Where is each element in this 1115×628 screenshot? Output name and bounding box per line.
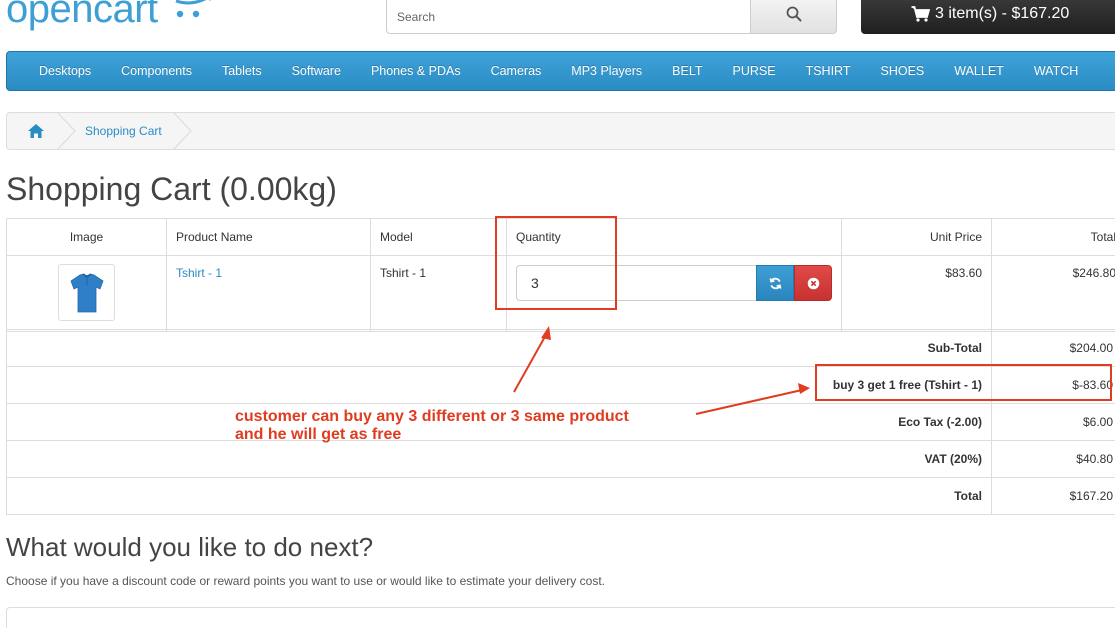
options-panel xyxy=(6,607,1115,628)
menu-item-mp3-players[interactable]: MP3 Players xyxy=(556,64,657,78)
total-label: Total xyxy=(6,477,992,515)
totals-row: Total $167.20 xyxy=(6,477,1115,515)
menu-item-software[interactable]: Software xyxy=(277,64,356,78)
search-input[interactable] xyxy=(386,0,750,34)
cart-dropdown-button[interactable]: 3 item(s) - $167.20 xyxy=(861,0,1115,34)
cart-summary: 3 item(s) - $167.20 xyxy=(935,4,1070,22)
col-total: Total xyxy=(991,218,1115,256)
main-menu: Desktops Components Tablets Software Pho… xyxy=(6,51,1115,91)
annotation-text: customer can buy any 3 different or 3 sa… xyxy=(235,408,629,444)
total-value: $167.20 xyxy=(991,477,1115,515)
subtotal-label: Sub-Total xyxy=(6,329,992,367)
breadcrumb-shopping-cart[interactable]: Shopping Cart xyxy=(85,124,162,138)
annotation-line-1: customer can buy any 3 different or 3 sa… xyxy=(235,408,629,425)
eco-tax-value: $6.00 xyxy=(991,403,1115,441)
cart-item-image-cell xyxy=(6,255,167,332)
opencart-logo[interactable]: opencart xyxy=(6,0,221,33)
totals-row: Sub-Total $204.00 xyxy=(6,329,1115,367)
totals-row: VAT (20%) $40.80 xyxy=(6,440,1115,478)
breadcrumb-separator xyxy=(57,112,76,150)
col-product-name: Product Name xyxy=(166,218,371,256)
menu-item-cameras[interactable]: Cameras xyxy=(476,64,557,78)
menu-item-tablets[interactable]: Tablets xyxy=(207,64,277,78)
menu-item-components[interactable]: Components xyxy=(106,64,207,78)
page-title: Shopping Cart (0.00kg) xyxy=(6,171,337,207)
vat-label: VAT (20%) xyxy=(6,440,992,478)
update-button[interactable] xyxy=(756,265,794,301)
menu-item-belt[interactable]: BELT xyxy=(657,64,717,78)
vat-value: $40.80 xyxy=(991,440,1115,478)
next-section-title: What would you like to do next? xyxy=(6,532,374,562)
col-unit-price: Unit Price xyxy=(841,218,992,256)
product-thumbnail[interactable] xyxy=(58,264,115,321)
annotation-box-discount xyxy=(815,364,1112,401)
menu-item-shoes[interactable]: SHOES xyxy=(866,64,940,78)
cart-item-name-cell: Tshirt - 1 xyxy=(166,255,371,332)
logo-cart-icon xyxy=(175,0,211,18)
menu-item-wallet[interactable]: WALLET xyxy=(939,64,1019,78)
breadcrumb-separator xyxy=(173,112,192,150)
refresh-icon xyxy=(769,277,781,289)
subtotal-value: $204.00 xyxy=(991,329,1115,367)
col-image: Image xyxy=(6,218,167,256)
breadcrumb: Shopping Cart xyxy=(6,112,1115,150)
remove-circle-icon xyxy=(807,277,819,289)
menu-item-watch[interactable]: WATCH xyxy=(1019,64,1093,78)
search-icon xyxy=(786,6,801,21)
next-section-description: Choose if you have a discount code or re… xyxy=(6,574,605,588)
shopping-cart-icon xyxy=(911,5,930,22)
cart-item-model: Tshirt - 1 xyxy=(370,255,507,332)
search-bar xyxy=(386,0,837,34)
annotation-line-2: and he will get as free xyxy=(235,426,402,443)
home-icon[interactable] xyxy=(27,123,45,139)
annotation-box-quantity xyxy=(495,216,617,310)
menu-item-desktops[interactable]: Desktops xyxy=(24,64,106,78)
search-button[interactable] xyxy=(750,0,837,34)
menu-item-phones-pdas[interactable]: Phones & PDAs xyxy=(356,64,476,78)
tshirt-icon xyxy=(70,273,103,312)
product-name-link[interactable]: Tshirt - 1 xyxy=(176,266,222,280)
cart-item-unit-price: $83.60 xyxy=(841,255,992,332)
remove-button[interactable] xyxy=(794,265,832,301)
col-model: Model xyxy=(370,218,507,256)
cart-item-total: $246.80 xyxy=(991,255,1115,332)
menu-item-tshirt[interactable]: TSHIRT xyxy=(791,64,866,78)
menu-item-purse[interactable]: PURSE xyxy=(718,64,791,78)
logo-text: opencart xyxy=(6,0,158,31)
